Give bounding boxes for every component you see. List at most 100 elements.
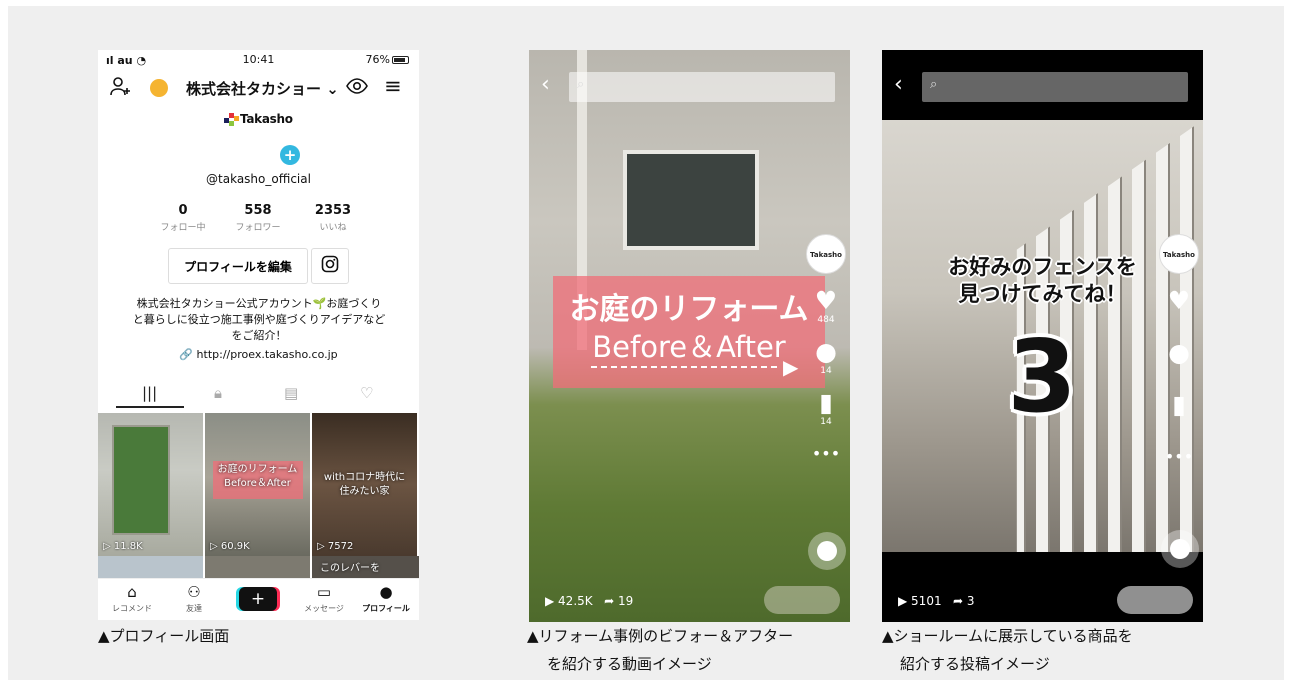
reform-caption-line2: を紹介する動画イメージ bbox=[547, 655, 712, 673]
chevron-down-icon: ⌄ bbox=[321, 80, 339, 98]
action-rail: Takasho ♥ ● ▮ ••• bbox=[1159, 234, 1199, 470]
profile-header: 株式会社タカショー ⌄ ≡ bbox=[98, 74, 419, 102]
bookmark-icon: ▮ bbox=[1172, 390, 1186, 419]
search-bar[interactable]: ⌕ bbox=[569, 72, 835, 102]
nav-recommend[interactable]: ⌂ レコメンド bbox=[102, 583, 162, 614]
countdown-number: 3 bbox=[1007, 318, 1077, 435]
more-options-button[interactable]: ••• bbox=[1159, 444, 1199, 470]
window bbox=[623, 150, 759, 250]
username: @takasho_official bbox=[206, 172, 311, 186]
heart-icon: ♥ bbox=[814, 286, 838, 315]
thumbnail-caption: withコロナ時代に 住みたい家 bbox=[323, 472, 406, 497]
thumbnail-caption: お庭のリフォーム Before＆After bbox=[217, 464, 298, 489]
action-pill-button[interactable] bbox=[1117, 586, 1193, 614]
add-user-icon[interactable] bbox=[110, 76, 132, 103]
message-icon: ▭ bbox=[316, 583, 332, 601]
view-count: ▷ 11.8K bbox=[103, 541, 143, 552]
comment-button[interactable]: ● 14 bbox=[806, 337, 846, 377]
showroom-caption-line1: ▲ショールームに展示している商品を bbox=[882, 627, 1133, 645]
comment-bubble-icon: ● bbox=[815, 337, 837, 366]
nav-friends[interactable]: ⚇ 友達 bbox=[164, 583, 224, 614]
reform-video-screen[interactable]: ‹ ⌕ お庭のリフォーム Before＆After ▶ Takasho ♥ 484… bbox=[529, 50, 850, 622]
more-dots-icon: ••• bbox=[1164, 447, 1194, 466]
followers-stat[interactable]: 558 フォロワー bbox=[223, 203, 293, 233]
comment-bubble-icon: ● bbox=[1168, 338, 1190, 367]
likes-stat[interactable]: 2353 いいね bbox=[298, 203, 368, 233]
search-bar[interactable]: ⌕ bbox=[922, 72, 1188, 102]
video-thumbnail[interactable]: ▷ 11.8K bbox=[98, 413, 203, 556]
before-after-overlay: お庭のリフォーム Before＆After ▶ bbox=[553, 276, 825, 388]
link-icon: 🔗 bbox=[179, 348, 197, 361]
tagged-tab-icon[interactable]: ▤ bbox=[284, 384, 298, 402]
like-button[interactable]: ♥ bbox=[1159, 288, 1199, 314]
edit-profile-button[interactable]: プロフィールを編集 bbox=[168, 248, 308, 284]
account-dot-icon bbox=[150, 79, 168, 97]
eye-icon[interactable] bbox=[346, 75, 368, 102]
home-icon: ⌂ bbox=[127, 583, 137, 601]
following-stat[interactable]: 0 フォロー中 bbox=[148, 203, 218, 233]
back-chevron-icon[interactable]: ‹ bbox=[541, 72, 550, 97]
reform-caption-line1: ▲リフォーム事例のビフォー＆アフター bbox=[527, 627, 794, 645]
nav-profile[interactable]: ● プロフィール bbox=[356, 583, 416, 614]
play-count-icon: ▶ bbox=[898, 594, 912, 608]
active-tab-indicator bbox=[116, 406, 184, 408]
more-options-button[interactable]: ••• bbox=[806, 441, 846, 467]
search-icon: ⌕ bbox=[930, 77, 938, 92]
dashed-arrow-line bbox=[591, 366, 777, 368]
private-lock-tab-icon[interactable]: 🔒︎ bbox=[214, 384, 222, 402]
nav-messages[interactable]: ▭ メッセージ bbox=[294, 583, 354, 614]
account-switcher[interactable]: 株式会社タカショー ⌄ bbox=[186, 78, 339, 99]
play-arrow-icon: ▶ bbox=[783, 355, 799, 379]
more-dots-icon: ••• bbox=[811, 444, 841, 463]
sound-disc-icon[interactable] bbox=[1161, 530, 1199, 568]
battery-icon bbox=[392, 56, 409, 64]
thumbnail-art bbox=[112, 425, 170, 535]
bottom-navigation: ⌂ レコメンド ⚇ 友達 + ▭ メッセージ ● プロフィール bbox=[98, 578, 419, 620]
comment-button[interactable]: ● bbox=[1159, 340, 1199, 366]
content-tabs: ||| 🔒︎ ▤ ♡ bbox=[98, 382, 419, 408]
showroom-caption-line2: 紹介する投稿イメージ bbox=[900, 655, 1050, 673]
fence-overlay-text: お好みのフェンスを 見つけてみてね！ bbox=[948, 255, 1137, 306]
profile-caption: ▲プロフィール画面 bbox=[98, 627, 230, 645]
brand-logo: Takasho bbox=[224, 112, 304, 128]
video-thumbnail[interactable]: withコロナ時代に 住みたい家 ▷ 7572 bbox=[312, 413, 417, 556]
bookmark-icon: ▮ bbox=[819, 388, 833, 417]
profile-icon: ● bbox=[379, 583, 393, 601]
liked-heart-tab-icon[interactable]: ♡ bbox=[360, 384, 373, 402]
battery-indicator: 76% bbox=[366, 53, 409, 66]
back-chevron-icon[interactable]: ‹ bbox=[894, 72, 903, 97]
account-name: 株式会社タカショー bbox=[186, 80, 322, 98]
profile-link[interactable]: 🔗 http://proex.takasho.co.jp bbox=[98, 348, 419, 361]
video-stats: ▶ 42.5K ➦ 19 bbox=[545, 594, 634, 608]
save-button[interactable]: ▮ 14 bbox=[806, 388, 846, 428]
video-stats: ▶ 5101 ➦ 3 bbox=[898, 594, 975, 608]
create-post-button[interactable]: + bbox=[239, 587, 277, 611]
profile-stats: 0 フォロー中 558 フォロワー 2353 いいね bbox=[148, 203, 368, 235]
save-button[interactable]: ▮ bbox=[1159, 392, 1199, 418]
creator-avatar[interactable]: Takasho bbox=[1159, 234, 1199, 274]
creator-avatar[interactable]: Takasho bbox=[806, 234, 846, 274]
view-count: ▷ 60.9K bbox=[210, 541, 250, 552]
heart-icon: ♥ bbox=[1167, 286, 1191, 315]
profile-screen: ıl au ◔ 10:41 76% 株式会社タカショー ⌄ ≡ Takasho … bbox=[98, 50, 419, 620]
friends-icon: ⚇ bbox=[187, 583, 201, 601]
hamburger-menu-icon[interactable]: ≡ bbox=[384, 74, 402, 98]
thumbnail-caption: このレバーを bbox=[320, 563, 380, 574]
add-avatar-icon[interactable]: + bbox=[280, 145, 300, 165]
share-count-icon: ➦ bbox=[945, 594, 967, 608]
video-grid: ▷ 11.8K お庭のリフォーム Before＆After ▷ 60.9K wi… bbox=[98, 413, 419, 556]
video-grid-next-row: このレバーを bbox=[98, 556, 419, 578]
sound-disc-icon[interactable] bbox=[808, 532, 846, 570]
profile-bio: 株式会社タカショー公式アカウント🌱お庭づくりと暮らしに役立つ施工事例や庭づくりア… bbox=[132, 297, 386, 342]
showroom-video-screen[interactable]: ‹ ⌕ お好みのフェンスを 見つけてみてね！ 3 Takasho ♥ ● ▮ •… bbox=[882, 50, 1203, 622]
videos-grid-tab-icon[interactable]: ||| bbox=[142, 384, 157, 402]
video-thumbnail[interactable]: お庭のリフォーム Before＆After ▷ 60.9K bbox=[205, 413, 310, 556]
search-icon: ⌕ bbox=[577, 77, 585, 92]
play-count-icon: ▶ bbox=[545, 594, 559, 608]
instagram-link-button[interactable] bbox=[311, 248, 349, 284]
action-pill-button[interactable] bbox=[764, 586, 840, 614]
view-count: ▷ 7572 bbox=[317, 541, 354, 552]
like-button[interactable]: ♥ 484 bbox=[806, 286, 846, 326]
share-count-icon: ➦ bbox=[596, 594, 618, 608]
battery-percent: 76% bbox=[365, 53, 390, 66]
